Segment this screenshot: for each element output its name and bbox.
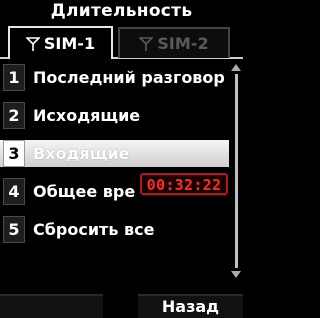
menu-item-number: 2 bbox=[3, 102, 25, 129]
scroll-up-arrow-icon bbox=[231, 64, 241, 71]
menu-item-number: 5 bbox=[3, 216, 25, 243]
menu-item-label: Общее вре bbox=[33, 182, 136, 201]
tab-sim1-label: SIM-1 bbox=[43, 34, 96, 53]
menu-item-number: 4 bbox=[3, 178, 25, 205]
tab-sim2-label: SIM-2 bbox=[157, 34, 209, 53]
phone-screen: Длительность SIM-1 SIM-2 1 Последний раз… bbox=[0, 0, 243, 318]
tab-sim2[interactable]: SIM-2 bbox=[118, 27, 230, 58]
menu-list: 1 Последний разговор 2 Исходящие 3 Входя… bbox=[0, 64, 229, 254]
scrollbar[interactable] bbox=[230, 64, 242, 278]
menu-item-number: 3 bbox=[3, 140, 25, 167]
sim-tabs: SIM-1 SIM-2 bbox=[0, 25, 243, 59]
call-duration-timer: 00:32:22 bbox=[140, 173, 228, 195]
menu-item-incoming[interactable]: 3 Входящие bbox=[0, 140, 229, 167]
menu-item-outgoing[interactable]: 2 Исходящие bbox=[0, 102, 229, 129]
softkey-left[interactable] bbox=[0, 294, 103, 318]
softkey-back-button[interactable]: Назад bbox=[138, 294, 243, 318]
softkey-bar: Назад bbox=[0, 294, 243, 318]
screen-title: Длительность bbox=[50, 1, 193, 21]
menu-item-label: Последний разговор bbox=[33, 68, 225, 87]
menu-item-last-call[interactable]: 1 Последний разговор bbox=[0, 64, 229, 91]
scroll-down-arrow-icon bbox=[231, 271, 241, 278]
menu-item-label: Входящие bbox=[33, 144, 130, 163]
signal-icon bbox=[25, 36, 40, 51]
tab-sim1[interactable]: SIM-1 bbox=[8, 26, 113, 59]
signal-icon bbox=[139, 36, 154, 51]
menu-item-reset-all[interactable]: 5 Сбросить все bbox=[0, 216, 229, 243]
menu-item-label: Исходящие bbox=[33, 106, 141, 125]
scrollbar-track bbox=[235, 74, 238, 268]
menu-item-label: Сбросить все bbox=[33, 220, 155, 239]
menu-item-number: 1 bbox=[3, 64, 25, 91]
